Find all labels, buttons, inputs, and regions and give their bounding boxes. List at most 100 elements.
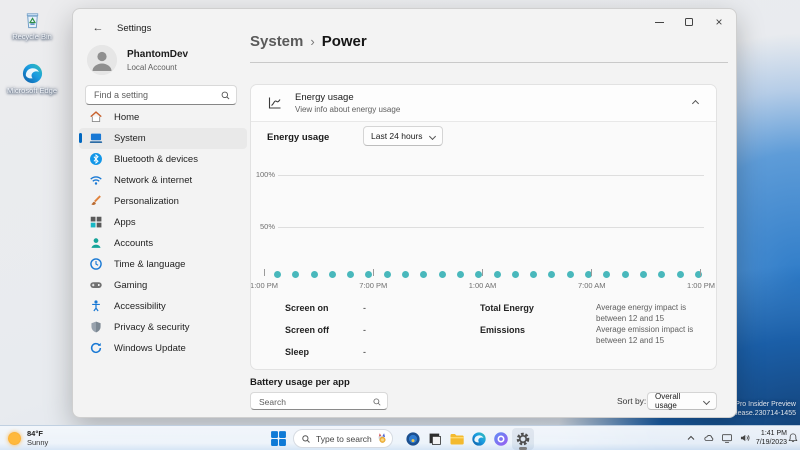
onedrive-icon[interactable] <box>701 430 716 445</box>
stat-label: Emissions <box>480 325 526 335</box>
taskbar-clock[interactable]: 1:41 PM 7/19/2023 <box>756 429 787 447</box>
bluetooth-icon <box>89 152 103 166</box>
desktop-icon-recycle-bin[interactable]: Recycle Bin <box>5 8 59 42</box>
maximize-button[interactable] <box>672 9 706 35</box>
account-name: PhantomDev <box>127 49 189 60</box>
time-range-value: Last 24 hours <box>371 131 423 141</box>
stat-value: - <box>363 347 366 357</box>
sort-value: Overall usage <box>655 392 681 410</box>
weather-temperature: 84°F <box>27 429 43 438</box>
personalization-icon <box>89 194 103 208</box>
search-highlights-icon <box>378 433 386 443</box>
taskbar-copilot-icon[interactable] <box>490 428 512 450</box>
taskbar-pinned-apps <box>402 427 534 450</box>
taskbar-task-view-icon[interactable] <box>424 428 446 450</box>
sidebar-item-home[interactable]: Home <box>79 107 247 128</box>
time-range-dropdown[interactable]: Last 24 hours <box>363 126 443 146</box>
battery-search-input[interactable]: Search <box>250 392 388 410</box>
stat-label: Sleep <box>285 347 310 357</box>
sidebar-item-accounts[interactable]: Accounts <box>79 233 247 254</box>
breadcrumb-system[interactable]: System <box>250 33 303 50</box>
energy-usage-expander[interactable]: Energy usage View info about energy usag… <box>251 85 716 122</box>
chevron-down-icon <box>702 397 711 405</box>
card-title: Energy usage <box>295 92 354 103</box>
sidebar-item-network[interactable]: Network & internet <box>79 170 247 191</box>
desktop-icon-label: Recycle Bin <box>12 32 52 41</box>
edge-icon <box>5 62 59 85</box>
start-button[interactable] <box>270 430 287 447</box>
card-subtitle: View info about energy usage <box>295 105 401 114</box>
energy-usage-card: Energy usage View info about energy usag… <box>250 84 717 370</box>
accounts-icon <box>89 236 103 250</box>
x-tick-mark <box>373 269 374 276</box>
sidebar-item-bluetooth[interactable]: Bluetooth & devices <box>79 149 247 170</box>
stat-value: - <box>363 325 366 335</box>
settings-search-placeholder: Find a setting <box>94 90 149 100</box>
gridline-100 <box>278 175 704 176</box>
sidebar-item-label: Privacy & security <box>114 321 190 333</box>
battery-search-placeholder: Search <box>259 396 286 407</box>
taskbar-file-explorer-icon[interactable] <box>446 428 468 450</box>
sort-dropdown[interactable]: Overall usage <box>647 392 717 410</box>
x-tick-mark <box>591 269 592 276</box>
sidebar-nav: Home System Bluetooth & devices Network & i… <box>79 107 247 359</box>
stat-label: Screen off <box>285 325 330 335</box>
taskbar-settings-icon[interactable] <box>512 427 534 450</box>
taskbar-edge-icon[interactable] <box>468 428 490 450</box>
gridline-50 <box>278 227 704 228</box>
page-title: Power <box>321 33 367 50</box>
taskbar-pinned-app-blue-icon[interactable] <box>402 428 424 450</box>
sidebar-item-update[interactable]: Windows Update <box>79 338 247 359</box>
minimize-icon <box>654 21 664 23</box>
recycle-bin-icon <box>5 8 59 31</box>
chevron-up-icon[interactable] <box>691 99 700 108</box>
volume-icon[interactable] <box>737 430 752 445</box>
y-tick-100: 100% <box>255 170 275 179</box>
weather-widget[interactable]: 84°F Sunny <box>8 429 48 448</box>
search-icon <box>302 434 310 443</box>
sidebar-item-gaming[interactable]: Gaming <box>79 275 247 296</box>
sidebar-item-system[interactable]: System <box>79 128 247 149</box>
x-axis-ticks: 1:00 PM 7:00 PM 1:00 AM 7:00 AM 1:00 PM <box>251 269 715 290</box>
desktop-icon-edge[interactable]: Microsoft Edge <box>5 62 59 96</box>
accessibility-icon <box>89 299 103 313</box>
taskbar-search-box[interactable]: Type to search <box>293 429 393 448</box>
x-tick-label: 1:00 AM <box>468 281 497 290</box>
sidebar-item-label: Time & language <box>114 258 186 270</box>
update-icon <box>89 341 103 355</box>
chevron-down-icon <box>428 132 437 140</box>
clock-time: 1:41 PM <box>760 430 787 437</box>
taskbar: 84°F Sunny Type to search 1:41 PM 7/19/2… <box>0 425 800 450</box>
minimize-button[interactable] <box>642 9 676 35</box>
back-button[interactable]: ← <box>89 19 107 37</box>
energy-chart-icon <box>268 97 281 109</box>
sidebar-item-personalization[interactable]: Personalization <box>79 191 247 212</box>
stat-label: Screen on <box>285 303 329 313</box>
apps-icon <box>89 215 103 229</box>
settings-search-input[interactable]: Find a setting <box>85 85 237 105</box>
sidebar-item-label: Apps <box>114 216 136 228</box>
sidebar-item-time[interactable]: Time & language <box>79 254 247 275</box>
weather-condition: Sunny <box>27 438 49 448</box>
sidebar-item-apps[interactable]: Apps <box>79 212 247 233</box>
x-tick-label: 7:00 AM <box>577 281 606 290</box>
sidebar-item-accessibility[interactable]: Accessibility <box>79 296 247 317</box>
sidebar-item-label: Gaming <box>114 279 148 291</box>
clock-date: 7/19/2023 <box>755 439 787 447</box>
close-button[interactable]: × <box>702 9 736 35</box>
x-tick-mark <box>700 269 701 276</box>
time-icon <box>89 257 103 271</box>
close-icon: × <box>715 15 723 29</box>
sidebar-item-label: Network & internet <box>114 174 193 186</box>
sidebar-item-label: Accessibility <box>114 300 166 312</box>
x-tick-mark <box>482 269 483 276</box>
network-icon[interactable] <box>719 430 734 445</box>
chevron-up-icon[interactable] <box>683 430 698 445</box>
maximize-icon <box>685 18 693 26</box>
desktop-icon-label: Microsoft Edge <box>6 86 58 95</box>
notification-bell-icon[interactable] <box>787 432 799 444</box>
avatar[interactable] <box>87 45 117 75</box>
privacy-icon <box>89 320 103 334</box>
sidebar-item-privacy[interactable]: Privacy & security <box>79 317 247 338</box>
gaming-icon <box>89 278 103 292</box>
